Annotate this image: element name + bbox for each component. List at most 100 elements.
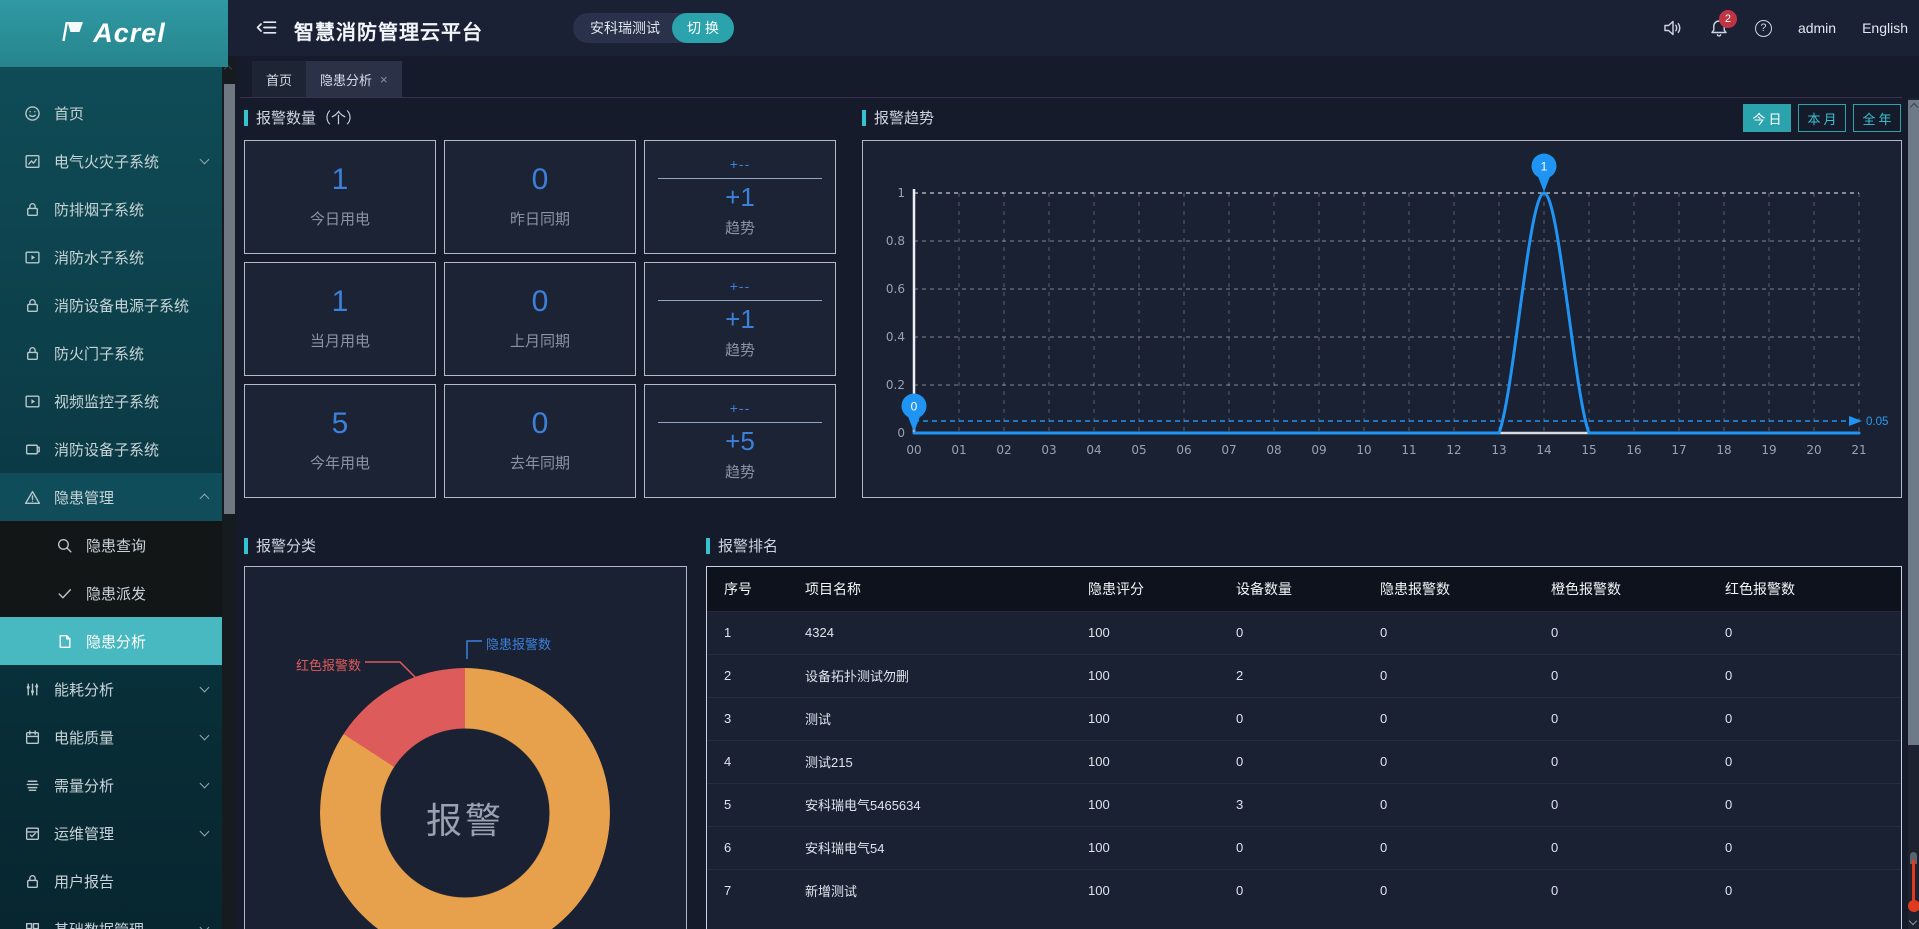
table-cell: 0 [1717, 740, 1901, 783]
notifications-bell-icon[interactable]: 2 [1709, 19, 1729, 38]
table-cell: 测试215 [797, 740, 1080, 783]
table-cell: 0 [1372, 740, 1543, 783]
sidebar-item-label: 能耗分析 [54, 679, 114, 700]
svg-text:02: 02 [996, 443, 1011, 457]
tab-1[interactable]: 首页 [252, 61, 306, 97]
svg-text:08: 08 [1266, 443, 1281, 457]
fraction-divider [658, 300, 822, 301]
sidebar-item-2[interactable]: 电气火灾子系统 [0, 137, 228, 185]
x-axis-labels: 0001020304050607080910111213141516171819… [906, 443, 1866, 457]
donut-label-red-alarms[interactable]: 红色报警数 [283, 655, 361, 674]
range-today-button[interactable]: 今日 [1743, 104, 1791, 132]
table-row[interactable]: 4测试2151000000 [707, 740, 1901, 783]
sidebar-item-4[interactable]: 消防水子系统 [0, 233, 228, 281]
doc-icon [56, 633, 73, 650]
page-scrollbar-thumb[interactable] [1908, 100, 1919, 745]
sidebar-item-11[interactable]: 隐患派发 [0, 569, 228, 617]
donut-label-hidden-alarms[interactable]: 隐患报警数 [486, 634, 551, 653]
lock-icon [24, 345, 41, 362]
table-header-cell: 红色报警数 [1717, 567, 1901, 611]
table-cell: 4324 [797, 611, 1080, 654]
stat-value: 0 [532, 165, 549, 195]
table-cell: 0 [1543, 740, 1717, 783]
table-cell: 设备拓扑测试勿删 [797, 654, 1080, 697]
sidebar-item-12[interactable]: 隐患分析 [0, 617, 228, 665]
page-scrollbar[interactable] [1908, 98, 1919, 929]
sidebar-item-17[interactable]: 用户报告 [0, 857, 228, 905]
table-row[interactable]: 5安科瑞电气54656341003000 [707, 783, 1901, 826]
sidebar-item-10[interactable]: 隐患查询 [0, 521, 228, 569]
lock-icon [24, 297, 41, 314]
calendar-check-icon [24, 825, 41, 842]
table-cell: 2 [707, 654, 797, 697]
table-cell: 7 [707, 869, 797, 912]
smiley-icon [24, 105, 41, 122]
table-row[interactable]: 143241000000 [707, 611, 1901, 654]
stats-section-title: 报警数量（个） [244, 107, 361, 128]
table-cell: 0 [1228, 869, 1372, 912]
sidebar-item-1[interactable]: 首页 [0, 89, 228, 137]
range-month-button[interactable]: 本月 [1798, 104, 1846, 132]
table-cell: 100 [1080, 654, 1228, 697]
sidebar-item-14[interactable]: 电能质量 [0, 713, 228, 761]
sidebar-item-label: 需量分析 [54, 775, 114, 796]
table-row[interactable]: 7新增测试1000000 [707, 869, 1901, 912]
stat-value: 1 [332, 165, 349, 195]
tab-bar: 首页隐患分析× [240, 56, 1902, 98]
table-cell: 100 [1080, 869, 1228, 912]
sidebar-item-label: 消防水子系统 [54, 247, 144, 268]
sidebar-item-15[interactable]: 需量分析 [0, 761, 228, 809]
tab-close-icon[interactable]: × [380, 72, 388, 87]
table-row[interactable]: 2设备拓扑测试勿删1002000 [707, 654, 1901, 697]
trend-label: 趋势 [725, 217, 755, 238]
svg-text:0: 0 [897, 426, 905, 440]
sidebar-item-5[interactable]: 消防设备电源子系统 [0, 281, 228, 329]
sidebar-collapse-icon[interactable] [256, 19, 277, 41]
sidebar-item-16[interactable]: 运维管理 [0, 809, 228, 857]
trend-formula: +-- [730, 400, 751, 416]
section-accent [244, 538, 248, 554]
table-cell: 0 [1372, 783, 1543, 826]
scroll-indicator-widget[interactable] [1909, 852, 1918, 916]
sidebar-scrollbar[interactable] [222, 56, 236, 929]
table-cell: 0 [1372, 654, 1543, 697]
user-menu[interactable]: admin [1798, 20, 1836, 36]
table-header-cell: 隐患报警数 [1372, 567, 1543, 611]
stat-label: 今年用电 [310, 452, 370, 473]
fraction-divider [658, 422, 822, 423]
trend-chart-panel: 0.05 00010203040506070809101112131415161… [862, 140, 1902, 498]
sidebar-item-7[interactable]: 视频监控子系统 [0, 377, 228, 425]
slider-knob-icon[interactable] [1908, 900, 1919, 912]
sidebar-item-label: 运维管理 [54, 823, 114, 844]
sidebar-item-8[interactable]: 消防设备子系统 [0, 425, 228, 473]
trend-value: +1 [725, 183, 755, 212]
project-selector[interactable]: 安科瑞测试 切 换 [573, 13, 734, 43]
sidebar-scrollbar-thumb[interactable] [224, 84, 235, 514]
rows-icon [24, 777, 41, 794]
sidebar-item-13[interactable]: 能耗分析 [0, 665, 228, 713]
language-switch[interactable]: English [1862, 20, 1908, 36]
table-header-cell: 橙色报警数 [1543, 567, 1717, 611]
switch-project-button[interactable]: 切 换 [672, 13, 734, 43]
tab-2[interactable]: 隐患分析× [306, 61, 402, 97]
sidebar-item-18[interactable]: 基础数据管理 [0, 905, 228, 929]
sidebar-item-3[interactable]: 防排烟子系统 [0, 185, 228, 233]
table-cell: 0 [1372, 697, 1543, 740]
fraction-divider [658, 178, 822, 179]
table-cell: 5 [707, 783, 797, 826]
alarm-category-panel: 报警 隐患报警数 红色报警数 [244, 566, 687, 929]
table-row[interactable]: 6安科瑞电气541000000 [707, 826, 1901, 869]
table-row[interactable]: 3测试1000000 [707, 697, 1901, 740]
sidebar-item-6[interactable]: 防火门子系统 [0, 329, 228, 377]
announcement-icon[interactable] [1663, 19, 1683, 37]
range-year-button[interactable]: 全年 [1853, 104, 1901, 132]
table-cell: 0 [1228, 826, 1372, 869]
section-accent [706, 538, 710, 554]
chevron-down-icon [200, 155, 210, 165]
table-cell: 3 [707, 697, 797, 740]
stat-card: 0上月同期 [444, 262, 636, 376]
sidebar-item-9[interactable]: 隐患管理 [0, 473, 228, 521]
svg-text:1: 1 [897, 186, 905, 200]
help-icon[interactable]: ? [1755, 20, 1772, 37]
table-cell: 0 [1543, 869, 1717, 912]
